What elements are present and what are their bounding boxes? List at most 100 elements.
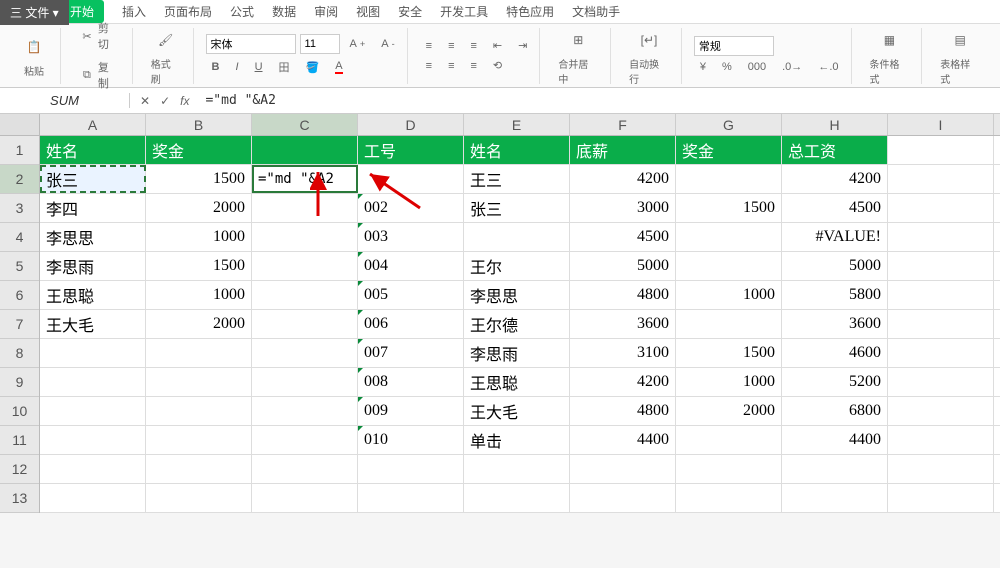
col-head-g[interactable]: G xyxy=(676,114,782,135)
cell-b13[interactable] xyxy=(146,484,252,512)
merge-center-button[interactable]: ⊞ 合并居中 xyxy=(552,24,604,88)
cell-e5[interactable]: 王尔 xyxy=(464,252,570,280)
cell-b5[interactable]: 1500 xyxy=(146,252,252,280)
cell-h13[interactable] xyxy=(782,484,888,512)
cell-g12[interactable] xyxy=(676,455,782,483)
cell-h1[interactable]: 总工资 xyxy=(782,136,888,164)
cell-i13[interactable] xyxy=(888,484,994,512)
cell-h5[interactable]: 5000 xyxy=(782,252,888,280)
cell-e10[interactable]: 王大毛 xyxy=(464,397,570,425)
cell-b9[interactable] xyxy=(146,368,252,396)
number-format-select[interactable] xyxy=(694,36,774,56)
cell-b3[interactable]: 2000 xyxy=(146,194,252,222)
cell-d7[interactable]: 006 xyxy=(358,310,464,338)
col-head-i[interactable]: I xyxy=(888,114,994,135)
cut-button[interactable]: ✂剪切 xyxy=(73,18,126,54)
cell-c12[interactable] xyxy=(252,455,358,483)
col-head-f[interactable]: F xyxy=(570,114,676,135)
align-left-button[interactable]: ≡ xyxy=(420,58,438,74)
percent-button[interactable]: % xyxy=(716,59,738,75)
cell-a5[interactable]: 李思雨 xyxy=(40,252,146,280)
cell-i2[interactable] xyxy=(888,165,994,193)
cell-h8[interactable]: 4600 xyxy=(782,339,888,367)
wrap-text-button[interactable]: [↵] 自动换行 xyxy=(623,24,675,88)
cell-g9[interactable]: 1000 xyxy=(676,368,782,396)
cell-h3[interactable]: 4500 xyxy=(782,194,888,222)
cell-a6[interactable]: 王思聪 xyxy=(40,281,146,309)
cell-e6[interactable]: 李思思 xyxy=(464,281,570,309)
font-size-select[interactable] xyxy=(300,34,340,54)
col-head-d[interactable]: D xyxy=(358,114,464,135)
formula-input[interactable]: ="md "&A2 xyxy=(199,93,1000,108)
row-head-9[interactable]: 9 xyxy=(0,368,39,397)
col-head-c[interactable]: C xyxy=(252,114,358,135)
cell-h7[interactable]: 3600 xyxy=(782,310,888,338)
cell-h10[interactable]: 6800 xyxy=(782,397,888,425)
increase-font-button[interactable]: A+ xyxy=(344,36,372,52)
cell-a3[interactable]: 李四 xyxy=(40,194,146,222)
name-box[interactable]: SUM xyxy=(0,93,130,108)
cell-f4[interactable]: 4500 xyxy=(570,223,676,251)
cell-c6[interactable] xyxy=(252,281,358,309)
cell-h11[interactable]: 4400 xyxy=(782,426,888,454)
cell-b7[interactable]: 2000 xyxy=(146,310,252,338)
menu-data[interactable]: 数据 xyxy=(272,3,296,20)
cell-e2[interactable]: 王三 xyxy=(464,165,570,193)
cell-i3[interactable] xyxy=(888,194,994,222)
table-style-button[interactable]: ▤ 表格样式 xyxy=(934,24,986,88)
row-head-5[interactable]: 5 xyxy=(0,252,39,281)
cell-i7[interactable] xyxy=(888,310,994,338)
cell-f9[interactable]: 4200 xyxy=(570,368,676,396)
indent-left-button[interactable]: ⇤ xyxy=(487,37,508,54)
cell-b6[interactable]: 1000 xyxy=(146,281,252,309)
cell-a7[interactable]: 王大毛 xyxy=(40,310,146,338)
cell-g8[interactable]: 1500 xyxy=(676,339,782,367)
cell-b11[interactable] xyxy=(146,426,252,454)
currency-button[interactable]: ¥ xyxy=(694,59,712,75)
paste-button[interactable]: 📋 粘贴 xyxy=(14,31,54,80)
cell-f5[interactable]: 5000 xyxy=(570,252,676,280)
cell-a9[interactable] xyxy=(40,368,146,396)
thousands-button[interactable]: 000 xyxy=(742,59,772,75)
cell-i10[interactable] xyxy=(888,397,994,425)
cell-g2[interactable] xyxy=(676,165,782,193)
cell-c9[interactable] xyxy=(252,368,358,396)
row-head-11[interactable]: 11 xyxy=(0,426,39,455)
align-middle-button[interactable]: ≡ xyxy=(442,38,460,54)
menu-features[interactable]: 特色应用 xyxy=(506,3,554,20)
cell-g5[interactable] xyxy=(676,252,782,280)
cell-g1[interactable]: 奖金 xyxy=(676,136,782,164)
cell-d4[interactable]: 003 xyxy=(358,223,464,251)
menu-view[interactable]: 视图 xyxy=(356,3,380,20)
cell-g3[interactable]: 1500 xyxy=(676,194,782,222)
menu-formulas[interactable]: 公式 xyxy=(230,3,254,20)
cell-h2[interactable]: 4200 xyxy=(782,165,888,193)
cell-e9[interactable]: 王思聪 xyxy=(464,368,570,396)
dec-decrease-button[interactable]: ←.0 xyxy=(812,59,844,75)
row-head-1[interactable]: 1 xyxy=(0,136,39,165)
cancel-formula-button[interactable]: ✕ xyxy=(140,94,150,108)
cell-a12[interactable] xyxy=(40,455,146,483)
cell-c2-editing[interactable]: ="md "&A2 xyxy=(252,165,358,193)
row-head-6[interactable]: 6 xyxy=(0,281,39,310)
cell-f8[interactable]: 3100 xyxy=(570,339,676,367)
row-head-2[interactable]: 2 xyxy=(0,165,39,194)
cell-g6[interactable]: 1000 xyxy=(676,281,782,309)
menu-doc-assist[interactable]: 文档助手 xyxy=(572,3,620,20)
cell-e13[interactable] xyxy=(464,484,570,512)
cond-format-button[interactable]: ▦ 条件格式 xyxy=(864,24,916,88)
cell-i5[interactable] xyxy=(888,252,994,280)
cell-a11[interactable] xyxy=(40,426,146,454)
cell-g11[interactable] xyxy=(676,426,782,454)
indent-right-button[interactable]: ⇥ xyxy=(512,37,533,54)
align-center-button[interactable]: ≡ xyxy=(442,58,460,74)
cell-d12[interactable] xyxy=(358,455,464,483)
cell-g4[interactable] xyxy=(676,223,782,251)
row-head-13[interactable]: 13 xyxy=(0,484,39,513)
cell-d8[interactable]: 007 xyxy=(358,339,464,367)
cell-f11[interactable]: 4400 xyxy=(570,426,676,454)
cell-a1[interactable]: 姓名 xyxy=(40,136,146,164)
cell-i9[interactable] xyxy=(888,368,994,396)
cell-d11[interactable]: 010 xyxy=(358,426,464,454)
cell-e8[interactable]: 李思雨 xyxy=(464,339,570,367)
